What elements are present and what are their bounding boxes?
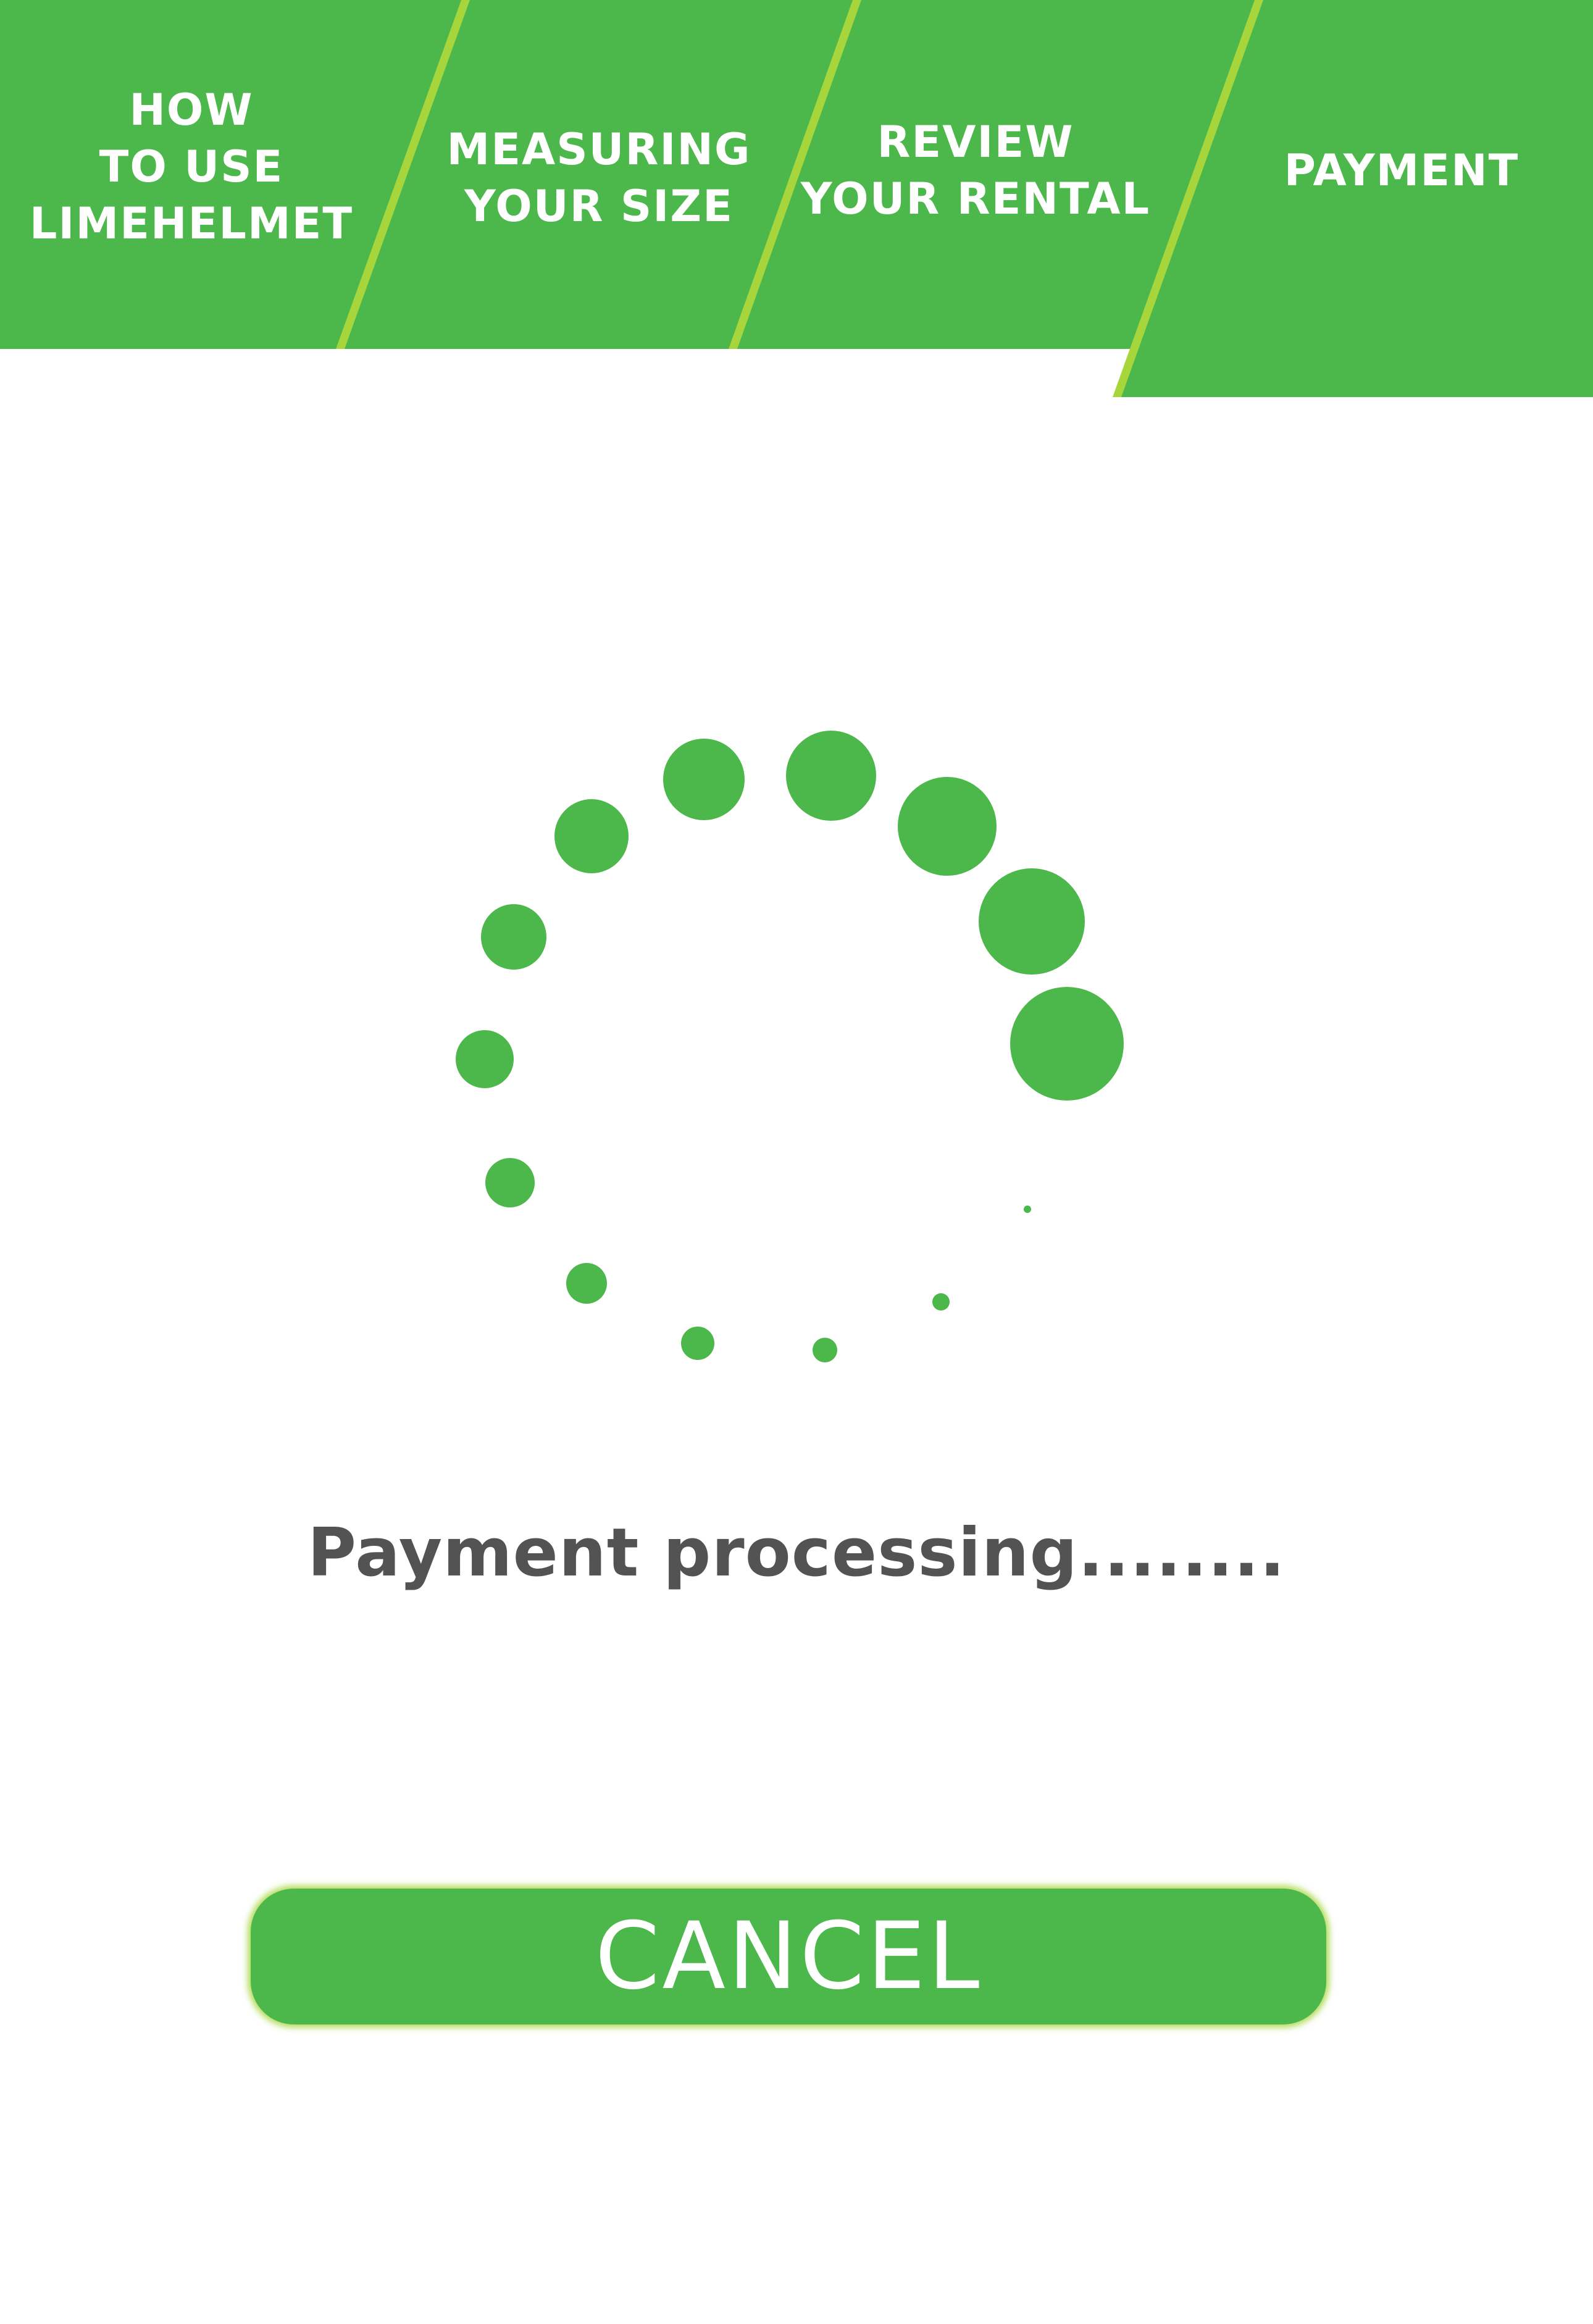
step-review-rental-line-2: YOUR RENTAL bbox=[800, 174, 1151, 224]
payment-status-text: Payment processing........ bbox=[307, 1514, 1286, 1592]
spinner-dot bbox=[663, 739, 745, 820]
step-review-rental-line-1: REVIEW bbox=[877, 117, 1074, 167]
spinner-dot bbox=[485, 1158, 535, 1207]
cancel-button[interactable]: CANCEL bbox=[251, 1889, 1326, 2024]
spinner-dot bbox=[681, 1327, 714, 1360]
step-payment-line-1: PAYMENT bbox=[1284, 145, 1520, 196]
spinner-dot bbox=[932, 1293, 950, 1311]
step-how-to-use[interactable]: HOW TO USE LIMEHELMET bbox=[19, 82, 364, 252]
step-measuring-size[interactable]: MEASURING YOUR SIZE bbox=[426, 121, 772, 235]
spinner-dot bbox=[554, 799, 629, 873]
spinner-dot bbox=[566, 1263, 607, 1304]
spinner-dot bbox=[1010, 987, 1124, 1101]
step-how-to-use-line-1: HOW bbox=[129, 85, 254, 135]
step-how-to-use-line-2: TO USE bbox=[99, 141, 284, 192]
step-navigation: HOW TO USE LIMEHELMET MEASURING YOUR SIZ… bbox=[0, 0, 1593, 401]
step-measuring-size-line-2: YOUR SIZE bbox=[464, 181, 734, 232]
step-measuring-size-line-1: MEASURING bbox=[446, 124, 751, 175]
spinner-dot bbox=[481, 904, 546, 970]
spinner-dot bbox=[813, 1338, 837, 1362]
spinner-dot bbox=[786, 731, 876, 821]
step-payment[interactable]: PAYMENT bbox=[1229, 142, 1574, 199]
spinner-dot bbox=[456, 1030, 514, 1088]
spinner-dot bbox=[979, 868, 1085, 975]
spinner-dot bbox=[898, 777, 997, 876]
spinner-dot bbox=[1024, 1206, 1031, 1213]
step-how-to-use-line-3: LIMEHELMET bbox=[29, 198, 354, 249]
cancel-button-label: CANCEL bbox=[595, 1903, 982, 2010]
step-review-rental[interactable]: REVIEW YOUR RENTAL bbox=[796, 114, 1155, 227]
